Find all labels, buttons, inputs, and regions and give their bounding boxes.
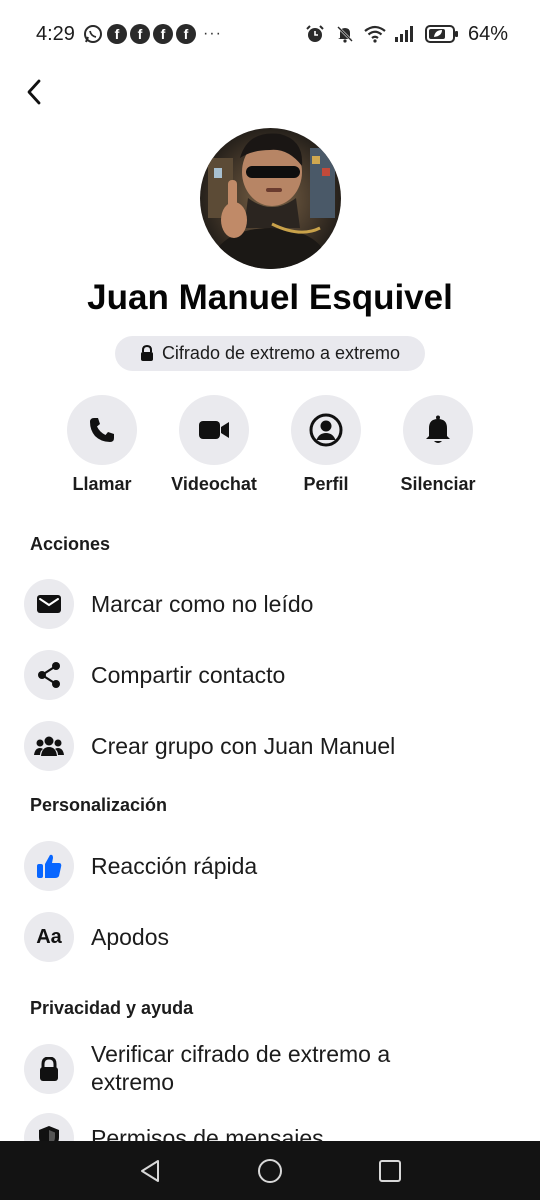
envelope-icon [37,595,61,613]
encryption-badge[interactable]: Cifrado de extremo a extremo [115,336,425,371]
create-group-label: Crear grupo con Juan Manuel [91,733,396,759]
mark-unread-label: Marcar como no leído [91,591,314,617]
mute-bell-icon [334,23,356,45]
avatar[interactable] [200,128,341,269]
status-bar-left: 4:29 f f f f ··· [36,23,222,46]
quick-reaction-label: Reacción rápida [91,853,258,879]
nav-recents-button[interactable] [365,1146,415,1196]
nicknames-item[interactable]: Aa Apodos [24,912,524,962]
mute-circle [403,395,473,465]
mark-unread-item[interactable]: Marcar como no leído [24,579,524,629]
status-time: 4:29 [36,22,75,45]
battery-icon [424,23,460,45]
contact-name: Juan Manuel Esquivel [87,278,453,317]
envelope-icon-wrap [24,579,74,629]
bell-icon [426,415,450,443]
more-notifications-icon: ··· [202,25,222,42]
encryption-label: Cifrado de extremo a extremo [161,343,401,363]
share-contact-label: Compartir contacto [91,662,286,688]
mute-label: Silenciar [400,474,476,494]
phone-icon [90,418,114,442]
facebook-notification-icon: f [129,24,150,44]
nav-home-button[interactable] [245,1146,295,1196]
nav-back-button[interactable] [125,1146,175,1196]
group-icon-wrap [24,721,74,771]
thumbs-up-icon-wrap [24,841,74,891]
lock-icon [40,1056,58,1081]
quick-reaction-item[interactable]: Reacción rápida [24,841,524,891]
status-bar: 4:29 f f f f ··· 64% [0,0,540,68]
wifi-icon [364,23,386,45]
triangle-back-icon [141,1159,159,1182]
profile-label: Perfil [303,474,349,494]
videochat-label: Videochat [171,474,257,494]
verify-encryption-item[interactable]: Verificar cifrado de extremo a extremo [24,1040,524,1096]
back-button[interactable] [14,72,54,112]
lock-icon-wrap [24,1044,74,1094]
thumbs-up-icon [37,854,62,878]
square-recents-icon [379,1159,401,1182]
nicknames-label: Apodos [91,924,170,950]
chevron-left-icon [27,79,41,105]
videochat-button[interactable]: Videochat [154,395,274,495]
share-icon-wrap [24,650,74,700]
system-nav-bar [0,1141,540,1200]
call-label: Llamar [72,474,132,494]
alarm-icon [304,23,326,45]
group-icon [34,736,64,756]
signal-icon [394,23,416,45]
video-icon [199,421,229,439]
call-circle [67,395,137,465]
lock-icon [140,345,153,361]
facebook-notification-icon: f [152,24,173,44]
whatsapp-icon [82,23,104,45]
status-bar-right: 64% [304,23,508,46]
section-title-actions: Acciones [30,534,111,554]
section-title-personalization: Personalización [30,795,168,815]
facebook-notification-icon: f [106,24,127,44]
videochat-circle [179,395,249,465]
verify-encryption-label: Verificar cifrado de extremo a extremo [91,1041,391,1095]
profile-circle [291,395,361,465]
circle-home-icon [258,1158,282,1183]
text-aa-icon: Aa [24,912,74,962]
share-icon [38,662,60,688]
share-contact-item[interactable]: Compartir contacto [24,650,524,700]
text-aa-glyph: Aa [36,925,62,948]
call-button[interactable]: Llamar [42,395,162,495]
battery-percent: 64% [467,22,508,45]
profile-icon [309,413,343,447]
section-title-privacy: Privacidad y ayuda [30,998,194,1018]
profile-button[interactable]: Perfil [266,395,386,495]
mute-button[interactable]: Silenciar [378,395,498,495]
create-group-item[interactable]: Crear grupo con Juan Manuel [24,721,524,771]
facebook-notification-icon: f [175,24,196,44]
